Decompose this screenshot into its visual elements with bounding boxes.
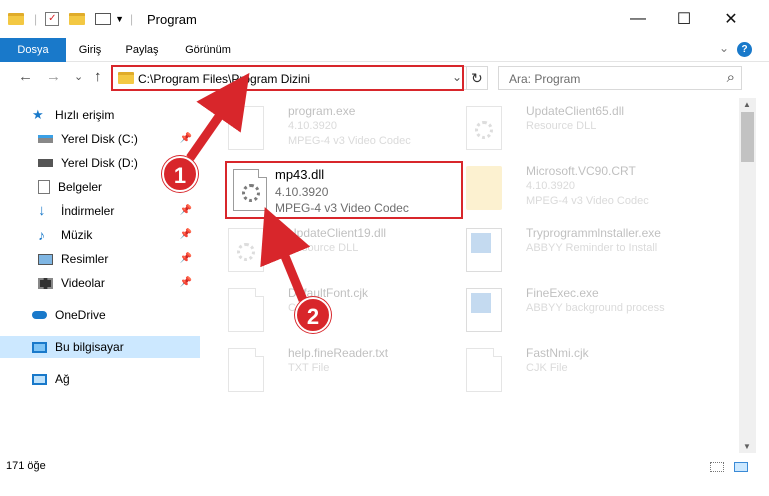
arrow-to-file bbox=[260, 207, 311, 302]
step-badge-2: 2 bbox=[295, 297, 331, 333]
step-badge-1: 1 bbox=[162, 156, 198, 192]
arrow-to-address bbox=[186, 72, 250, 161]
annotation-arrows bbox=[186, 72, 311, 302]
